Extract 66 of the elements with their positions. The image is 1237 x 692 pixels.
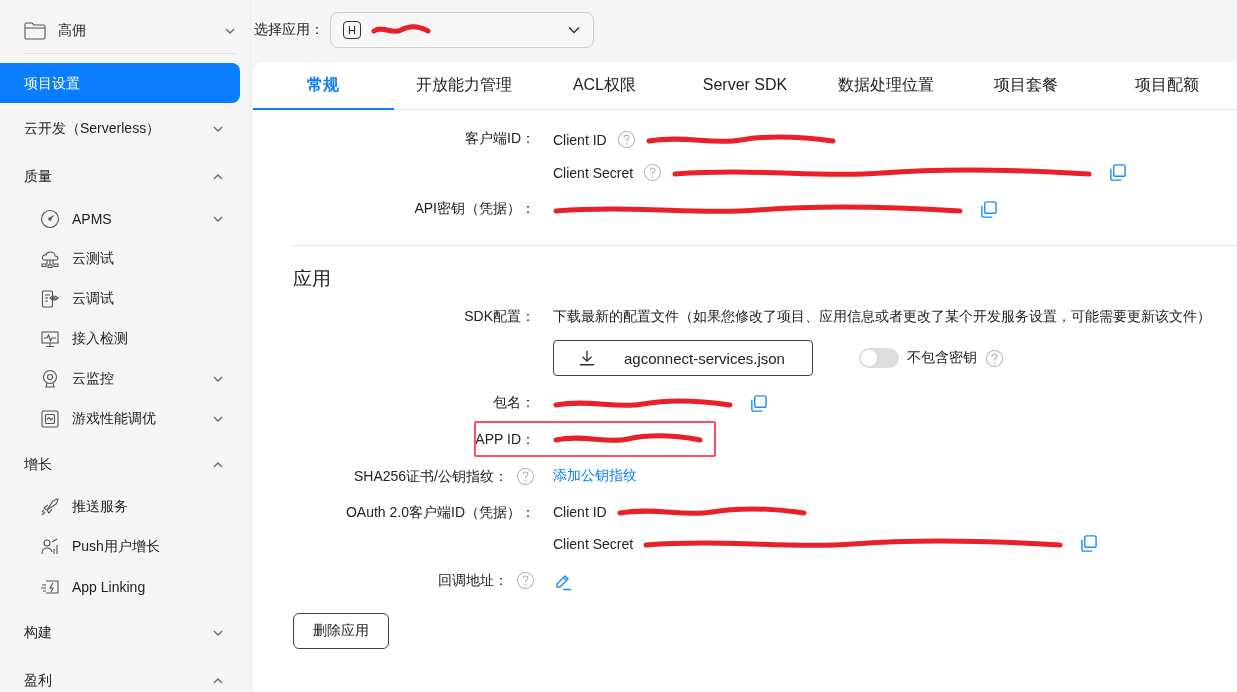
rocket-icon [40,497,60,517]
sidebar-item[interactable]: APMS [0,199,250,239]
add-fingerprint-link[interactable]: 添加公钥指纹 [553,467,637,485]
field-label: 回调地址： [438,571,508,590]
help-icon[interactable] [516,467,535,486]
download-button[interactable]: agconnect-services.json [553,340,813,376]
sidebar-item[interactable]: Push用户增长 [0,527,250,567]
toggle-switch[interactable] [859,348,899,368]
sidebar-group[interactable]: 云开发（Serverless） [0,107,250,151]
sidebar-item[interactable]: 接入检测 [0,319,250,359]
help-icon[interactable] [985,348,1004,368]
copy-icon[interactable] [1108,163,1128,182]
person-chart-icon [40,537,60,557]
field-label: SDK配置： [464,308,535,326]
sidebar-item[interactable]: 推送服务 [0,487,250,527]
tab[interactable]: Server SDK [674,62,816,110]
copy-icon[interactable] [749,394,768,413]
section-title: 应用 [293,267,332,291]
field-sublabel: Client ID [553,131,607,148]
sidebar-item[interactable]: 云监控 [0,359,250,399]
field-label: 包名： [493,394,535,412]
sidebar-item[interactable]: App Linking [0,567,250,607]
field-label: SHA256证书/公钥指纹： [353,467,508,486]
app-picker-label: 选择应用： [254,21,324,39]
monitor-icon [40,329,60,349]
tab[interactable]: 数据处理位置 [815,62,956,110]
help-icon[interactable] [516,571,535,590]
field-label: OAuth 2.0客户端ID（凭据）： [345,504,535,522]
delete-app-button[interactable]: 删除应用 [293,613,389,649]
sidebar-group[interactable]: 增长 [0,443,250,487]
folder-icon [24,22,46,40]
sidebar-item[interactable]: 项目设置 [0,63,240,103]
sidebar-item[interactable]: 游戏性能调优 [0,399,250,439]
tab[interactable]: ACL权限 [534,62,675,110]
field-label: API密钥（凭据）： [414,200,535,218]
lightning-card-icon [40,577,60,597]
copy-icon[interactable] [1079,534,1099,553]
project-name: 高佣 [58,22,87,40]
sidebar-group[interactable]: 质量 [0,155,250,199]
copy-icon[interactable] [979,200,998,219]
cloud-icon [40,249,60,269]
tab[interactable]: 开放能力管理 [393,62,535,110]
phone-eye-icon [40,289,60,309]
help-icon[interactable] [643,163,663,182]
field-label: 客户端ID： [465,130,535,148]
sidebar-group[interactable]: 构建 [0,611,250,655]
app-avatar: H [343,21,361,39]
sidebar-group[interactable]: 盈利 [0,659,250,692]
chip-icon [40,409,60,429]
toggle-label: 不包含密钥 [907,349,977,367]
project-selector[interactable]: 高佣 [24,10,236,54]
tab[interactable]: 项目套餐 [955,62,1097,110]
tab[interactable]: 常规 [253,62,394,110]
tab[interactable]: 项目配额 [1096,62,1237,110]
help-icon[interactable] [616,130,636,149]
field-sublabel: Client Secret [553,164,634,181]
webcam-icon [40,369,60,389]
sidebar-item[interactable]: 云调试 [0,279,250,319]
sdk-description: 下载最新的配置文件（如果您修改了项目、应用信息或者更改了某个开发服务设置，可能需要更新该文件） [553,308,1211,326]
download-icon [578,349,596,367]
sidebar-item[interactable]: 云测试 [0,239,250,279]
field-sublabel: Client ID [553,504,607,520]
gauge-icon [40,209,60,229]
app-picker[interactable]: H [330,12,594,48]
field-sublabel: Client Secret [553,535,634,552]
field-label: APP ID： [475,431,535,449]
